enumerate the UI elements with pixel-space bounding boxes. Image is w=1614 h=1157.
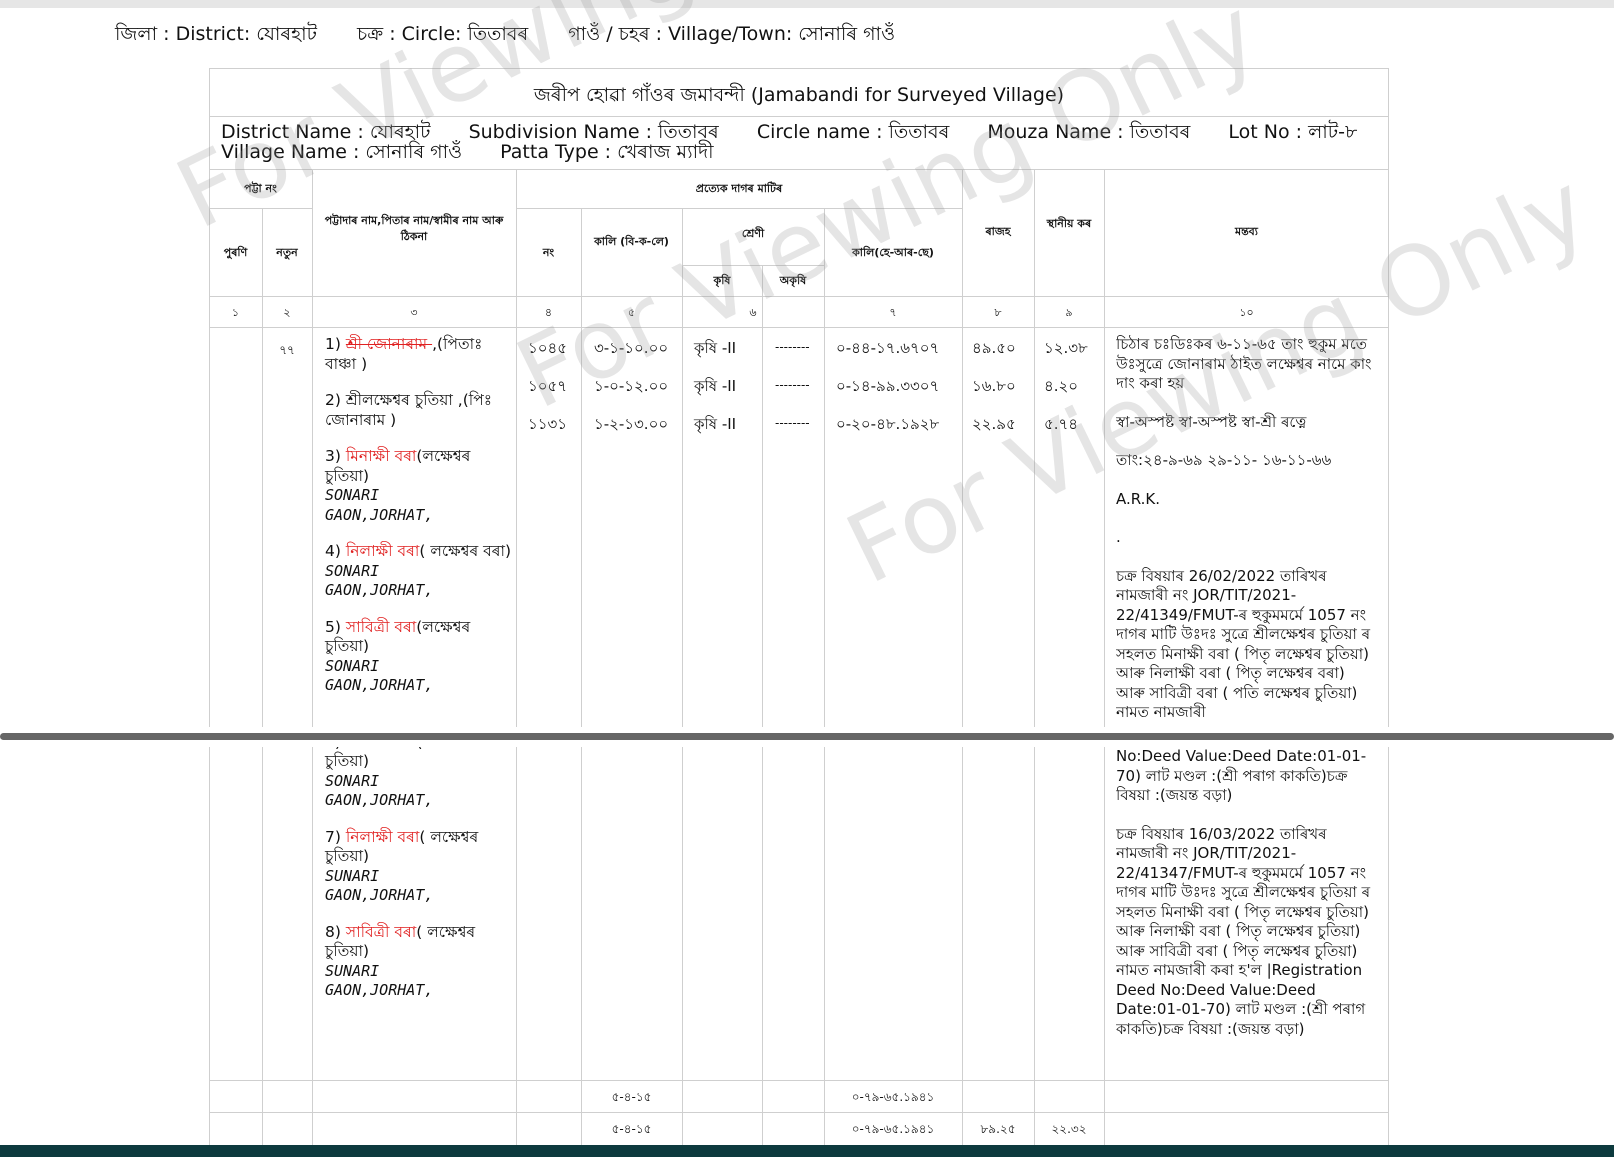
dag-no: ১১৩১: [528, 415, 567, 433]
col-each-dag: প্ৰত্যেক দাগৰ মাটিৰ: [695, 182, 783, 195]
owner-1: 1) শ্ৰী জোনাৰাম ,(পিতাঃ বাঞ্চা ): [325, 335, 483, 373]
dag-no: ১০৫৭: [528, 377, 567, 395]
owner-name: সাবিত্ৰী বৰা: [345, 617, 417, 636]
remark-entry: চিঠাৰ চঃডিঃকৰ ৬-১১-৬৫ তাং হুকুম মতে উঃসু…: [1116, 335, 1372, 392]
total-revenue: ৮৯.২৫: [980, 1122, 1016, 1136]
dag-tax: ৫.৭৪: [1044, 415, 1078, 433]
dag-hare: ০-২০-৪৮.১৯২৮: [836, 415, 940, 433]
col-patta-no: পট্টা নং: [244, 182, 277, 195]
col-revenue: ৰাজহ: [985, 225, 1011, 238]
owner-name: সাবিত্ৰী বৰা: [345, 922, 417, 941]
col-old-patta: পুৰণি: [223, 246, 248, 259]
col-non-agri: অকৃষি: [779, 274, 807, 287]
dag-class: কৃষি -II: [694, 377, 737, 395]
total-tax: ২২.৩২: [1051, 1122, 1087, 1136]
col-number: ৩: [410, 306, 418, 319]
district-label: জিলা : District: যোৰহাট: [115, 23, 317, 45]
top-bar: [0, 0, 1614, 8]
owner-name: শ্ৰী জোনাৰাম: [345, 335, 433, 353]
col-pattadar: পট্টাদাৰ নাম,পিতাৰ নাম/স্বামীৰ নাম আৰু ঠ…: [324, 214, 504, 243]
col-new-patta: নতুন: [276, 246, 298, 259]
dag-area: ৩-১-১০.০০: [594, 339, 669, 357]
remark-entry: A.R.K.: [1116, 489, 1161, 508]
circle-name: Circle name : তিতাবৰ: [756, 121, 950, 143]
col-number: ৬: [749, 306, 757, 319]
col-number: ৫: [627, 306, 636, 319]
remark-entry: চক্ৰ বিষয়াৰ 16/03/2022 তাৰিখৰ নামজাৰী ন…: [1116, 824, 1371, 1038]
remark-entry: তাং:২৪-৯-৬৯ ২৯-১১- ১৬-১১-৬৬: [1116, 451, 1332, 469]
owner-3: 3) মিনাক্ষী বৰা(লক্ষেশ্বৰ চুতিয়া) SONARI…: [325, 447, 471, 524]
total-area: ৫-৪-১৫: [611, 1090, 652, 1104]
col-number: ৯: [1065, 306, 1073, 319]
dag-area: ১-২-১৩.০০: [594, 415, 669, 433]
total-area: ৫-৪-১৫: [611, 1122, 652, 1136]
owner-4: 4) নিলাক্ষী বৰা( লক্ষেশ্বৰ বৰা) SONARI GAO…: [325, 542, 512, 599]
col-number: ৮: [994, 306, 1002, 319]
col-remarks: মন্তব্য: [1234, 225, 1258, 238]
dag-non-agri: --------: [775, 416, 810, 430]
document-title: জৰীপ হোৱা গাঁওৰ জমাবন্দী (Jamabandi for …: [533, 84, 1065, 106]
dag-area: ১-০-১২.০০: [594, 377, 669, 395]
page-break-line: [0, 733, 1614, 740]
dag-class: কৃষি -II: [694, 339, 737, 357]
col-number: ৭: [889, 306, 897, 319]
col-class: শ্ৰেণী: [741, 227, 765, 240]
village-label: গাওঁ / চহৰ : Village/Town: সোনাৰি গাওঁ: [568, 23, 896, 45]
district-name: District Name : যোৰহাট: [221, 121, 431, 143]
col-agri: কৃষি: [713, 274, 731, 287]
owner-7: 7) নিলাক্ষী বৰা( লক্ষেশ্বৰ চুতিয়া) SUNAR…: [325, 827, 479, 905]
new-patta-no: ৭৭: [279, 343, 295, 357]
dag-no: ১০৪৫: [528, 339, 567, 357]
dag-revenue: ১৬.৮০: [972, 377, 1016, 395]
owner-name: নিলাক্ষী বৰা: [345, 827, 420, 846]
subdivision-name: Subdivision Name : তিতাবৰ: [468, 121, 719, 143]
col-number: ২: [283, 306, 291, 319]
meta-row-1: District Name : যোৰহাট Subdivision Name …: [221, 122, 1389, 142]
remark-entry: No:Deed Value:Deed Date:01-01-70) লাট মণ…: [1116, 747, 1367, 804]
bottom-bar: [0, 1145, 1614, 1157]
owner-5: 5) সাবিত্ৰী বৰা(লক্ষেশ্বৰ চুতিয়া) SONARI…: [325, 617, 471, 695]
dag-revenue: ২২.৯৫: [972, 415, 1016, 433]
owner-list: 1) শ্ৰী জোনাৰাম ,(পিতাঃ বাঞ্চা ) 2) শ্ৰী…: [325, 335, 515, 1018]
col-local-tax: স্থানীয় কৰ: [1046, 217, 1092, 230]
dag-revenue: ৪৯.৫০: [972, 339, 1016, 357]
remarks-bottom: No:Deed Value:Deed Date:01-01-70) লাট মণ…: [1116, 747, 1378, 1072]
lot-no: Lot No : লাট-৮: [1228, 121, 1358, 143]
col-number: ১০: [1239, 306, 1254, 319]
remark-entry: চক্ৰ বিষয়াৰ 26/02/2022 তাৰিখৰ নামজাৰী ন…: [1116, 566, 1371, 722]
owner-2: 2) শ্ৰীলক্ষেশ্বৰ চুতিয়া ,(পিঃ জোনাৰাম ): [325, 391, 492, 429]
location-header: জিলা : District: যোৰহাট চক্ৰ : Circle: ত…: [115, 20, 929, 52]
total-hare: ০-৭৯-৬৫.১৯৪১: [851, 1090, 935, 1104]
remarks-top: চিঠাৰ চঃডিঃকৰ ৬-১১-৬৫ তাং হুকুম মতে উঃসু…: [1116, 335, 1378, 723]
dag-tax: ১২.৩৮: [1044, 339, 1088, 357]
dag-non-agri: --------: [775, 340, 810, 354]
dag-tax: ৪.২০: [1044, 377, 1079, 395]
meta-row-2: Village Name : সোনাৰি গাওঁ Patta Type : …: [221, 142, 746, 162]
remark-entry: স্বা-অস্পষ্ট স্বা-অস্পষ্ট স্বা-শ্ৰী ৰত্ন…: [1116, 412, 1307, 431]
circle-label: চক্ৰ : Circle: তিতাবৰ: [357, 23, 529, 45]
remark-entry: .: [1116, 528, 1121, 546]
dag-hare: ০-৪৪-১৭.৬৭০৭: [836, 339, 940, 357]
col-area-hare: কালি(হে-আৰ-ছে): [852, 246, 934, 259]
owner-8: 8) সাবিত্ৰী বৰা( লক্ষেশ্বৰ চুতিয়া) SUNAR…: [325, 922, 476, 1000]
owner-name: মিনাক্ষী বৰা: [345, 447, 417, 465]
col-area-bkl: কালি (বি-ক-লে): [594, 235, 669, 248]
dag-non-agri: --------: [775, 378, 810, 392]
total-hare: ০-৭৯-৬৫.১৯৪১: [851, 1122, 935, 1136]
mouza-name: Mouza Name : তিতাবৰ: [987, 121, 1191, 143]
col-dag-no: নং: [542, 246, 555, 259]
dag-class: কৃষি -II: [694, 415, 737, 433]
col-number: ১: [231, 306, 240, 319]
col-number: ৪: [544, 306, 553, 319]
patta-type: Patta Type : খেৰাজ ম্যাদী: [500, 141, 714, 163]
dag-hare: ০-১৪-৯৯.৩৩০৭: [836, 377, 940, 395]
village-name: Village Name : সোনাৰি গাওঁ: [221, 141, 463, 163]
owner-name: নিলাক্ষী বৰা: [345, 542, 420, 560]
